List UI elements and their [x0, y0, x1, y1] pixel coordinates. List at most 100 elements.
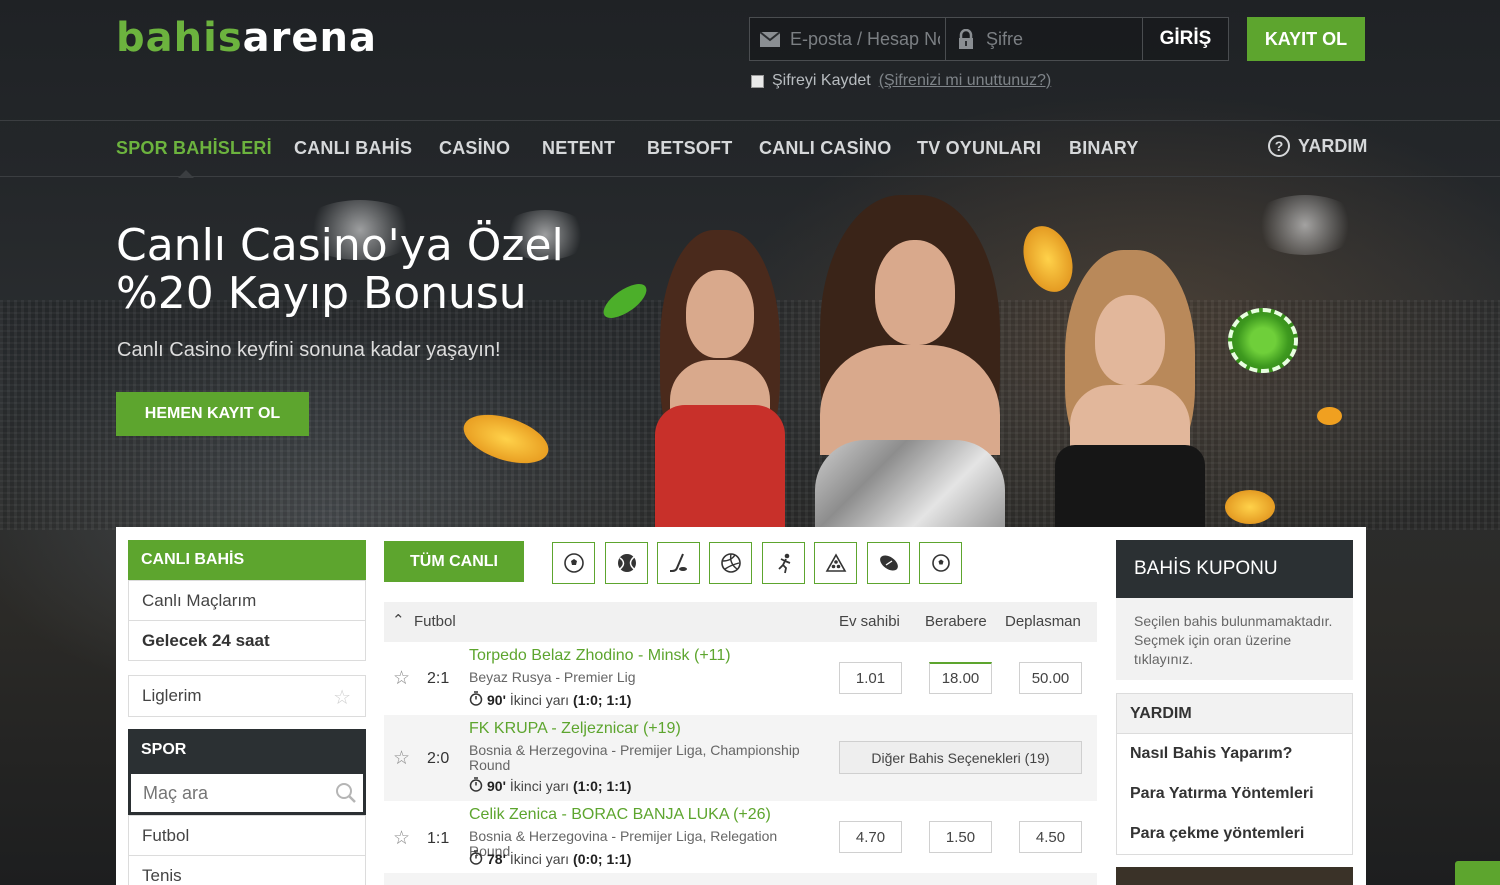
odd-draw[interactable]: 18.00 [929, 662, 992, 694]
stopwatch-icon [469, 777, 483, 795]
match-minute: 90' [487, 692, 506, 708]
my-leagues-label: Liglerim [142, 686, 202, 705]
hero-subtitle: Canlı Casino keyfini sonuna kadar yaşayı… [117, 339, 501, 361]
match-score: 2:1 [427, 670, 450, 687]
match-period: İkinci yarı [509, 851, 570, 867]
sidebar-item-next-24h[interactable]: Gelecek 24 saat [128, 620, 366, 661]
soccer-ball-icon[interactable] [552, 542, 595, 584]
help-box-header: YARDIM [1117, 694, 1352, 734]
match-score: 1:1 [427, 830, 450, 847]
athlete-icon[interactable] [762, 542, 805, 584]
match-search-wrapper [128, 771, 366, 815]
favorite-star-icon[interactable]: ☆ [393, 747, 410, 770]
nav-item-sports-betting[interactable]: SPOR BAHİSLERİ [116, 138, 272, 159]
table-row-partial [384, 873, 1097, 885]
bet-coupon-empty-text: Seçilen bahis bulunmamaktadır. Seçmek iç… [1116, 598, 1353, 680]
nav-item-betsoft[interactable]: BETSOFT [647, 138, 732, 159]
hockey-icon[interactable] [657, 542, 700, 584]
help-link-how-to-bet[interactable]: Nasıl Bahis Yaparım? [1117, 734, 1352, 774]
match-name-link[interactable]: Torpedo Belaz Zhodino - Minsk (+11) [469, 647, 731, 665]
nav-item-live-betting[interactable]: CANLI BAHİS [294, 138, 412, 159]
rugby-ball-icon[interactable] [867, 542, 910, 584]
all-live-button[interactable]: TÜM CANLI [384, 541, 524, 582]
question-circle-icon: ? [1268, 135, 1290, 157]
sidebar-item-my-leagues[interactable]: Liglerim ☆ [128, 675, 366, 717]
live-betting-header: CANLI BAHİS [128, 540, 366, 580]
odd-draw[interactable]: 1.50 [929, 821, 992, 853]
live-chat-tab[interactable] [1455, 861, 1500, 885]
odd-away[interactable]: 50.00 [1019, 662, 1082, 694]
col-home-label: Ev sahibi [839, 613, 900, 630]
active-nav-caret [178, 170, 194, 178]
login-form: GİRİŞ [749, 17, 1229, 61]
help-link[interactable]: ? YARDIM [1268, 135, 1367, 157]
stopwatch-icon [469, 691, 483, 709]
match-name-link[interactable]: FK KRUPA - Zeljeznicar (+19) [469, 720, 681, 738]
nav-item-casino[interactable]: CASİNO [439, 138, 510, 159]
hero-register-button[interactable]: HEMEN KAYIT OL [116, 392, 309, 436]
nav-item-live-casino[interactable]: CANLI CASİNO [759, 138, 891, 159]
lock-icon [946, 29, 986, 49]
favorite-star-icon[interactable]: ☆ [393, 827, 410, 850]
match-score: 2:0 [427, 750, 450, 767]
sidebar-item-my-live-matches[interactable]: Canlı Maçlarım [128, 580, 366, 621]
match-search-input[interactable] [131, 774, 321, 812]
billiards-icon[interactable] [814, 542, 857, 584]
match-league: Beyaz Rusya - Premier Lig [469, 669, 636, 685]
stadium-light [1250, 195, 1360, 255]
gold-coin [1225, 490, 1275, 524]
match-period: İkinci yarı [509, 692, 570, 708]
match-period-score: (1:0; 1:1) [573, 778, 632, 794]
match-name-link[interactable]: Celik Zenica - BORAC BANJA LUKA (+26) [469, 806, 771, 824]
hero-model-right [1030, 250, 1220, 527]
table-row: ☆ 2:1 Torpedo Belaz Zhodino - Minsk (+11… [384, 642, 1097, 715]
sport-group-label: Futbol [414, 613, 456, 630]
promo-banner-partial [1116, 867, 1353, 885]
search-icon[interactable] [335, 782, 357, 809]
odd-away[interactable]: 4.50 [1019, 821, 1082, 853]
col-draw-label: Berabere [925, 613, 987, 630]
help-link-withdrawal-methods[interactable]: Para çekme yöntemleri [1117, 814, 1352, 854]
nav-item-binary[interactable]: BINARY [1069, 138, 1139, 159]
logo-text-bahis: bahis [116, 15, 243, 61]
table-row: ☆ 1:1 Celik Zenica - BORAC BANJA LUKA (+… [384, 801, 1097, 873]
green-casino-chip [1228, 308, 1298, 373]
odd-home[interactable]: 4.70 [839, 821, 902, 853]
remember-password: Şifreyi Kaydet (Şifrenizi mi unuttunuz?) [751, 72, 1051, 90]
tennis-ball-icon[interactable] [605, 542, 648, 584]
table-row: ☆ 2:0 FK KRUPA - Zeljeznicar (+19) Bosni… [384, 715, 1097, 801]
login-button[interactable]: GİRİŞ [1143, 18, 1228, 60]
sidebar-sport-tennis[interactable]: Tenis [128, 855, 366, 885]
events-table-header: ⌃ Futbol Ev sahibi Berabere Deplasman [384, 602, 1097, 642]
nav-item-tv-games[interactable]: TV OYUNLARI [917, 138, 1041, 159]
sidebar-sport-football[interactable]: Futbol [128, 815, 366, 856]
gold-coin [1317, 407, 1342, 425]
match-time: 90' İkinci yarı (1:0; 1:1) [469, 691, 631, 709]
football-icon[interactable] [919, 542, 962, 584]
password-input[interactable] [986, 28, 1136, 50]
hero-title-line1: Canlı Casino'ya Özel [116, 220, 564, 271]
more-bet-options-button[interactable]: Diğer Bahis Seçenekleri (19) [839, 741, 1082, 774]
star-icon: ☆ [333, 687, 351, 709]
remember-checkbox[interactable] [751, 74, 764, 88]
favorite-star-icon[interactable]: ☆ [393, 667, 410, 690]
match-league: Bosnia & Herzegovina - Premijer Liga, Ch… [469, 742, 800, 773]
collapse-chevron-icon[interactable]: ⌃ [392, 611, 405, 629]
help-link-deposit-methods[interactable]: Para Yatırma Yöntemleri [1117, 774, 1352, 814]
match-period-score: (0:0; 1:1) [573, 851, 632, 867]
remember-label: Şifreyi Kaydet [772, 72, 871, 89]
forgot-password-link[interactable]: (Şifrenizi mi unuttunuz?) [879, 72, 1052, 90]
volleyball-icon[interactable] [709, 542, 752, 584]
envelope-icon [750, 31, 790, 47]
sport-header: SPOR [128, 729, 366, 771]
hero-title-line2: %20 Kayıp Bonusu [116, 268, 527, 319]
hero-model-center [775, 195, 1035, 527]
odd-home[interactable]: 1.01 [839, 662, 902, 694]
site-logo[interactable]: bahisarena [116, 14, 377, 62]
stopwatch-icon [469, 850, 483, 868]
match-period-score: (1:0; 1:1) [573, 692, 632, 708]
nav-item-netent[interactable]: NETENT [542, 138, 615, 159]
email-input[interactable] [790, 28, 940, 50]
register-button[interactable]: KAYIT OL [1247, 17, 1365, 61]
hero-title: Canlı Casino'ya Özel %20 Kayıp Bonusu [116, 222, 636, 318]
